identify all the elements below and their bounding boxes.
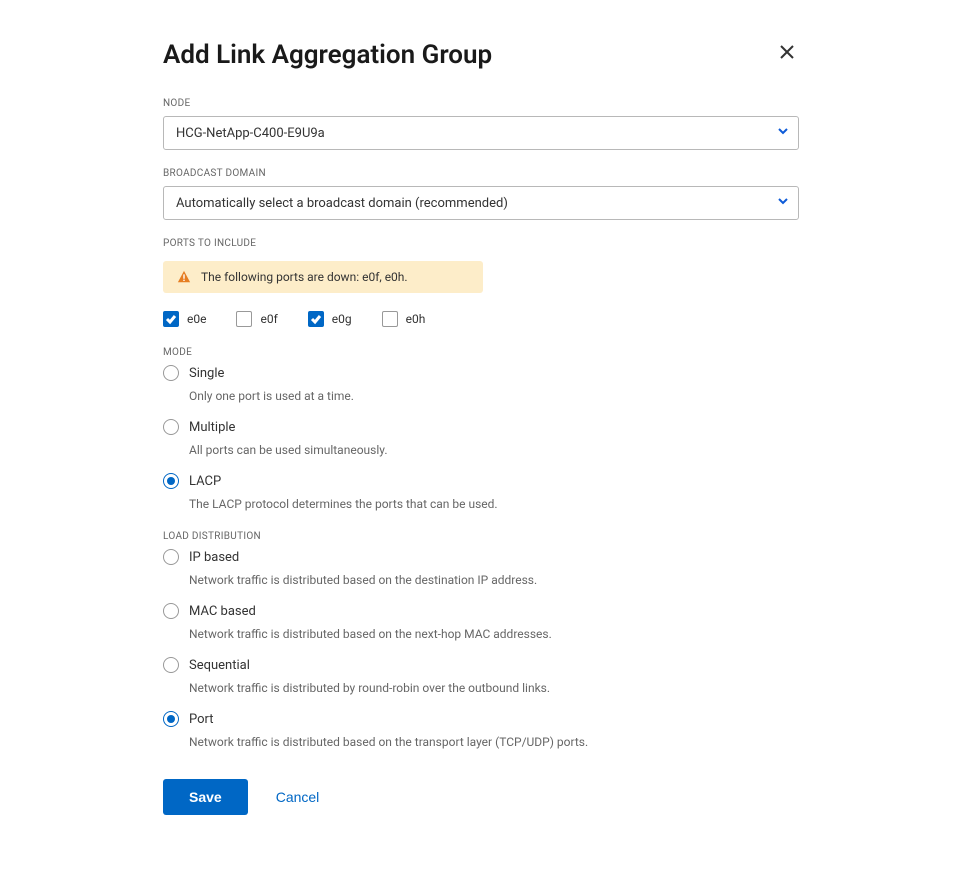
page-title: Add Link Aggregation Group (163, 40, 492, 70)
warning-icon (177, 270, 191, 284)
load-radio-item: Sequential Network traffic is distributed… (163, 657, 799, 697)
ports-checkbox-row: e0e e0f e0g e0h (163, 311, 799, 327)
node-select-value: HCG-NetApp-C400-E9U9a (176, 126, 325, 141)
checkbox-icon (382, 311, 398, 327)
load-radio-group: IP based Network traffic is distributed b… (163, 549, 799, 751)
radio-icon (163, 419, 179, 435)
checkbox-label: e0e (187, 312, 206, 326)
radio-desc: Network traffic is distributed by round-… (189, 679, 589, 697)
radio-desc: Network traffic is distributed based on … (189, 571, 589, 589)
checkbox-label: e0g (332, 312, 352, 326)
radio-icon (163, 711, 179, 727)
load-radio-sequential[interactable]: Sequential (163, 657, 799, 673)
radio-icon (163, 549, 179, 565)
mode-radio-group: Single Only one port is used at a time. Mu… (163, 365, 799, 513)
port-checkbox-e0e[interactable]: e0e (163, 311, 206, 327)
radio-desc: Network traffic is distributed based on … (189, 625, 589, 643)
node-label: NODE (163, 98, 799, 109)
load-radio-port[interactable]: Port (163, 711, 799, 727)
radio-label: IP based (189, 550, 239, 565)
load-label: LOAD DISTRIBUTION (163, 531, 799, 542)
radio-icon (163, 365, 179, 381)
radio-label: Sequential (189, 658, 250, 673)
broadcast-select[interactable]: Automatically select a broadcast domain … (163, 186, 799, 220)
checkbox-icon (163, 311, 179, 327)
cancel-button[interactable]: Cancel (276, 789, 320, 805)
radio-desc: The LACP protocol determines the ports t… (189, 495, 589, 513)
close-button[interactable] (775, 40, 799, 67)
save-button[interactable]: Save (163, 779, 248, 815)
mode-radio-item: LACP The LACP protocol determines the por… (163, 473, 799, 513)
mode-radio-item: Single Only one port is used at a time. (163, 365, 799, 405)
radio-desc: All ports can be used simultaneously. (189, 441, 589, 459)
radio-label: LACP (189, 474, 221, 489)
radio-icon (163, 603, 179, 619)
radio-label: Multiple (189, 420, 235, 435)
load-radio-item: MAC based Network traffic is distributed … (163, 603, 799, 643)
warning-banner: The following ports are down: e0f, e0h. (163, 261, 483, 293)
radio-label: Port (189, 712, 214, 727)
mode-label: MODE (163, 347, 799, 358)
radio-label: Single (189, 366, 224, 381)
load-radio-item: IP based Network traffic is distributed b… (163, 549, 799, 589)
ports-label: PORTS TO INCLUDE (163, 238, 799, 249)
warning-text: The following ports are down: e0f, e0h. (201, 270, 408, 284)
checkbox-label: e0f (260, 312, 277, 326)
radio-icon (163, 657, 179, 673)
radio-desc: Network traffic is distributed based on … (189, 733, 589, 751)
mode-radio-item: Multiple All ports can be used simultaneo… (163, 419, 799, 459)
broadcast-select-value: Automatically select a broadcast domain … (176, 196, 508, 211)
mode-radio-lacp[interactable]: LACP (163, 473, 799, 489)
node-select[interactable]: HCG-NetApp-C400-E9U9a (163, 116, 799, 150)
checkbox-label: e0h (406, 312, 426, 326)
load-radio-ip-based[interactable]: IP based (163, 549, 799, 565)
close-icon (779, 44, 795, 64)
mode-radio-multiple[interactable]: Multiple (163, 419, 799, 435)
port-checkbox-e0f[interactable]: e0f (236, 311, 277, 327)
load-radio-mac-based[interactable]: MAC based (163, 603, 799, 619)
broadcast-label: BROADCAST DOMAIN (163, 168, 799, 179)
mode-radio-single[interactable]: Single (163, 365, 799, 381)
port-checkbox-e0g[interactable]: e0g (308, 311, 352, 327)
load-radio-item: Port Network traffic is distributed based… (163, 711, 799, 751)
checkbox-icon (308, 311, 324, 327)
radio-desc: Only one port is used at a time. (189, 387, 589, 405)
checkbox-icon (236, 311, 252, 327)
radio-icon (163, 473, 179, 489)
port-checkbox-e0h[interactable]: e0h (382, 311, 426, 327)
radio-label: MAC based (189, 604, 256, 619)
